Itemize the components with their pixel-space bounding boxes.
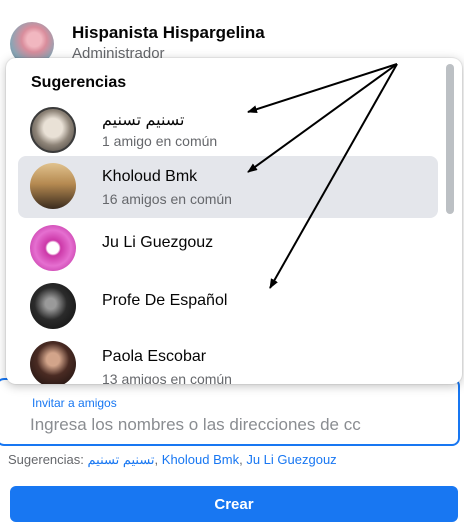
- suggestion-name: Kholoud Bmk: [102, 168, 198, 185]
- create-group-dialog: Hispanista Hispargelina Administrador Su…: [0, 0, 464, 522]
- suggestion-item[interactable]: Kholoud Bmk 16 amigos en común: [18, 156, 438, 218]
- admin-row: Hispanista Hispargelina Administrador: [0, 0, 464, 66]
- scrollbar[interactable]: [446, 64, 454, 214]
- avatar: [30, 225, 76, 271]
- mutual-friends: 16 amigos en común: [102, 191, 232, 207]
- suggestions-title: Sugerencias: [31, 74, 127, 91]
- mutual-friends: 1 amigo en común: [102, 133, 218, 149]
- separator: ,: [154, 452, 162, 467]
- suggestion-item[interactable]: تسنيم تسنيم 1 amigo en común: [18, 100, 438, 162]
- suggestions-prefix: Sugerencias:: [8, 452, 88, 467]
- suggestion-link[interactable]: Kholoud Bmk: [162, 452, 239, 467]
- suggestions-dropdown: Sugerencias تسنيم تسنيم 1 amigo en común…: [6, 58, 462, 384]
- suggestion-name: تسنيم تسنيم: [102, 112, 185, 129]
- avatar: [30, 283, 76, 329]
- suggestion-item[interactable]: Profe De Español: [18, 276, 438, 338]
- invite-label: Invitar a amigos: [32, 396, 117, 410]
- create-button[interactable]: Crear: [10, 486, 458, 522]
- suggestion-name: Profe De Español: [102, 292, 228, 309]
- suggestion-link[interactable]: Ju Li Guezgouz: [246, 452, 336, 467]
- invite-input[interactable]: [30, 412, 454, 438]
- avatar: [30, 341, 76, 384]
- invite-friends-field[interactable]: Invitar a amigos: [0, 378, 460, 446]
- avatar: [30, 107, 76, 153]
- mutual-friends: 13 amigos en común: [102, 371, 232, 384]
- avatar: [30, 163, 76, 209]
- suggestions-line: Sugerencias: تسنيم تسنيم, Kholoud Bmk, J…: [8, 452, 464, 468]
- suggestion-name: Paola Escobar: [102, 348, 207, 365]
- suggestion-name: Ju Li Guezgouz: [102, 234, 214, 251]
- suggestion-item[interactable]: Ju Li Guezgouz: [18, 218, 438, 280]
- suggestion-link[interactable]: تسنيم تسنيم: [88, 452, 155, 467]
- suggestion-item[interactable]: Paola Escobar 13 amigos en común: [18, 334, 438, 384]
- admin-name: Hispanista Hispargelina: [72, 23, 265, 42]
